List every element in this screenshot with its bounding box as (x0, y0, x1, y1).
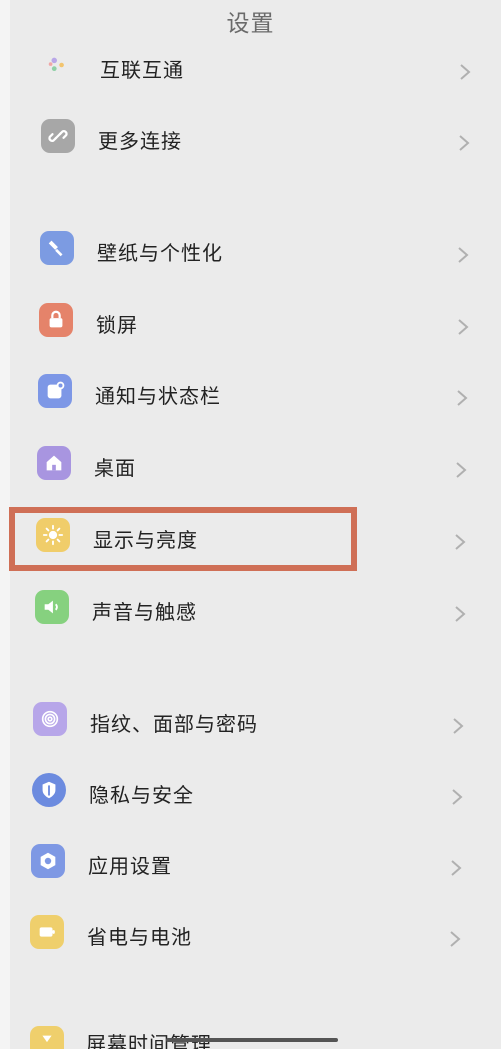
battery-icon (30, 915, 64, 949)
settings-item-more-connect[interactable]: 更多连接 (0, 108, 501, 168)
settings-item-label: 省电与电池 (87, 925, 192, 949)
lock-icon (39, 303, 73, 337)
chevron-right-icon (451, 788, 463, 806)
settings-item-label: 锁屏 (96, 313, 138, 337)
settings-item-desktop[interactable]: 桌面 (0, 433, 501, 493)
settings-item-lockscreen[interactable]: 锁屏 (0, 291, 501, 351)
settings-item-apps[interactable]: 应用设置 (0, 832, 501, 892)
brush-icon (40, 231, 74, 265)
chevron-right-icon (449, 930, 461, 948)
fingerprint-icon (33, 702, 67, 736)
settings-item-hulianhutong[interactable]: 互联互通 (0, 38, 501, 98)
chevron-right-icon (456, 389, 468, 407)
settings-item-wallpaper[interactable]: 壁纸与个性化 (0, 220, 501, 280)
page-title: 设置 (226, 11, 275, 37)
settings-item-label: 通知与状态栏 (95, 384, 221, 408)
dots-icon (40, 48, 74, 82)
link-icon (41, 119, 75, 153)
notification-icon (38, 374, 72, 408)
chevron-right-icon (457, 246, 469, 264)
settings-item-label: 更多连接 (98, 129, 182, 153)
chevron-right-icon (450, 859, 462, 877)
chevron-right-icon (454, 533, 466, 551)
home-indicator[interactable] (166, 1038, 338, 1042)
settings-item-fingerprint[interactable]: 指纹、面部与密码 (0, 689, 501, 749)
chevron-right-icon (457, 318, 469, 336)
chevron-right-icon (452, 717, 464, 735)
chevron-right-icon (458, 134, 470, 152)
shield-icon (32, 773, 66, 807)
settings-item-privacy[interactable]: 隐私与安全 (0, 761, 501, 821)
chevron-right-icon (455, 461, 467, 479)
settings-item-label: 声音与触感 (92, 600, 197, 624)
chevron-right-icon (459, 63, 471, 81)
settings-item-battery[interactable]: 省电与电池 (0, 903, 501, 963)
highlight-box (9, 507, 357, 571)
settings-item-label: 应用设置 (88, 854, 172, 878)
chevron-right-icon (454, 605, 466, 623)
settings-item-sound[interactable]: 声音与触感 (0, 576, 501, 636)
speaker-icon (35, 590, 69, 624)
settings-item-label: 壁纸与个性化 (97, 241, 223, 265)
settings-item-label: 隐私与安全 (89, 783, 194, 807)
hourglass-icon (30, 1026, 64, 1049)
hexagon-icon (31, 844, 65, 878)
settings-item-label: 指纹、面部与密码 (90, 712, 258, 736)
settings-item-label: 桌面 (94, 456, 136, 480)
settings-item-notification[interactable]: 通知与状态栏 (0, 362, 501, 422)
settings-item-label: 互联互通 (100, 58, 184, 82)
home-icon (37, 446, 71, 480)
